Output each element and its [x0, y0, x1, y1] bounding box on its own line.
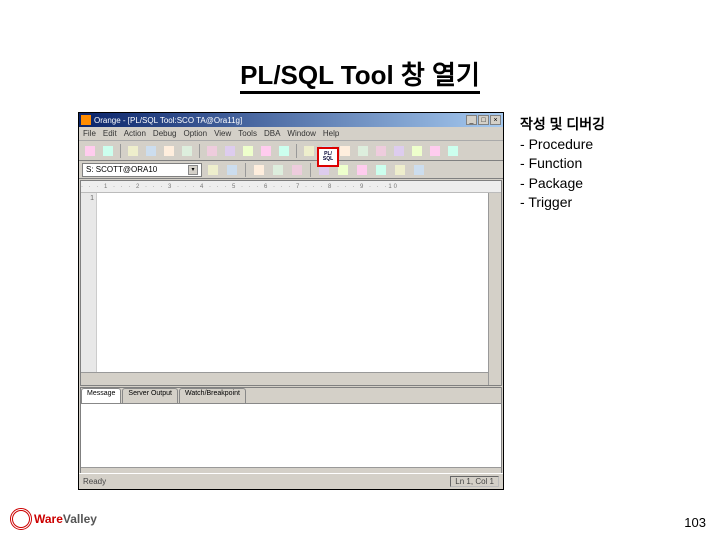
- output-pane: Message Server Output Watch/Breakpoint: [80, 387, 502, 481]
- annotation-item: - Function: [520, 154, 700, 174]
- annotation-text: 작성 및 디버깅 - Procedure - Function - Packag…: [520, 115, 700, 213]
- separator: [120, 144, 121, 158]
- menu-file[interactable]: File: [83, 129, 96, 138]
- toolbar-icon[interactable]: [204, 143, 220, 159]
- main-toolbar: [79, 141, 503, 161]
- annotation-item: - Trigger: [520, 193, 700, 213]
- toolbar-icon[interactable]: [355, 143, 371, 159]
- annotation-item: - Procedure: [520, 135, 700, 155]
- line-gutter: 1: [81, 193, 97, 385]
- menu-debug[interactable]: Debug: [153, 129, 177, 138]
- toolbar-icon[interactable]: [100, 143, 116, 159]
- page-number: 103: [684, 515, 706, 530]
- logo-ring-icon: [10, 508, 32, 530]
- toolbar-icon[interactable]: [222, 143, 238, 159]
- menu-help[interactable]: Help: [323, 129, 339, 138]
- status-cursor: Ln 1, Col 1: [450, 476, 499, 487]
- toolbar-icon[interactable]: [276, 143, 292, 159]
- ruler: · · · 1 · · · 2 · · · 3 · · · 4 · · · 5 …: [81, 181, 501, 193]
- tab-message[interactable]: Message: [81, 388, 121, 403]
- toolbar-icon[interactable]: [161, 143, 177, 159]
- minimize-button[interactable]: _: [466, 115, 477, 125]
- toolbar-icon[interactable]: [373, 143, 389, 159]
- status-bar: Ready Ln 1, Col 1: [79, 473, 503, 489]
- logo-ware: Ware: [34, 512, 63, 526]
- close-button[interactable]: ×: [490, 115, 501, 125]
- menu-bar: File Edit Action Debug Option View Tools…: [79, 127, 503, 141]
- menu-view[interactable]: View: [214, 129, 231, 138]
- separator: [296, 144, 297, 158]
- logo-text: WareValley: [34, 514, 97, 525]
- annotation-item: - Package: [520, 174, 700, 194]
- sub-icon[interactable]: [289, 162, 305, 178]
- toolbar-icon[interactable]: [301, 143, 317, 159]
- vertical-scrollbar[interactable]: [488, 193, 501, 385]
- menu-action[interactable]: Action: [124, 129, 146, 138]
- toolbar-icon[interactable]: [125, 143, 141, 159]
- plsql-tool-button[interactable]: PL/ SQL: [317, 147, 339, 167]
- output-body: [81, 403, 501, 467]
- separator: [245, 163, 246, 177]
- app-screenshot: Orange - [PL/SQL Tool:SCO TA@Ora11g] _ □…: [78, 112, 504, 490]
- sub-icon[interactable]: [205, 162, 221, 178]
- toolbar-icon[interactable]: [143, 143, 159, 159]
- plsql-label-2: SQL: [323, 157, 333, 162]
- toolbar-icon[interactable]: [391, 143, 407, 159]
- logo-valley: Valley: [63, 512, 97, 526]
- separator: [310, 163, 311, 177]
- toolbar-icon[interactable]: [337, 143, 353, 159]
- maximize-button[interactable]: □: [478, 115, 489, 125]
- line-number: 1: [81, 195, 94, 202]
- schema-value: S: SCOTT@ORA10: [86, 165, 157, 174]
- toolbar-icon[interactable]: [240, 143, 256, 159]
- toolbar-icon[interactable]: [409, 143, 425, 159]
- toolbar-icon[interactable]: [258, 143, 274, 159]
- horizontal-scrollbar[interactable]: [81, 372, 488, 385]
- title-text: PL/SQL Tool 창 열기: [240, 60, 480, 94]
- output-tabs: Message Server Output Watch/Breakpoint: [81, 388, 501, 403]
- sub-toolbar: S: SCOTT@ORA10 ▾: [79, 161, 503, 179]
- window-titlebar: Orange - [PL/SQL Tool:SCO TA@Ora11g] _ □…: [79, 113, 503, 127]
- sub-icon[interactable]: [354, 162, 370, 178]
- brand-logo: WareValley: [10, 508, 97, 530]
- sub-icon[interactable]: [251, 162, 267, 178]
- sub-icon[interactable]: [411, 162, 427, 178]
- editor-pane: · · · 1 · · · 2 · · · 3 · · · 4 · · · 5 …: [80, 180, 502, 386]
- toolbar-icon[interactable]: [179, 143, 195, 159]
- menu-option[interactable]: Option: [184, 129, 208, 138]
- status-left: Ready: [83, 477, 106, 486]
- menu-dba[interactable]: DBA: [264, 129, 280, 138]
- separator: [199, 144, 200, 158]
- schema-dropdown[interactable]: S: SCOTT@ORA10 ▾: [82, 163, 202, 177]
- menu-edit[interactable]: Edit: [103, 129, 117, 138]
- window-title: Orange - [PL/SQL Tool:SCO TA@Ora11g]: [94, 116, 242, 125]
- tab-server-output[interactable]: Server Output: [122, 388, 178, 403]
- sub-icon[interactable]: [270, 162, 286, 178]
- sub-icon[interactable]: [392, 162, 408, 178]
- page-title: PL/SQL Tool 창 열기: [0, 55, 720, 92]
- slide: PL/SQL Tool 창 열기 Orange - [PL/SQL Tool:S…: [0, 0, 720, 540]
- annotation-heading: 작성 및 디버깅: [520, 115, 700, 135]
- toolbar-icon[interactable]: [445, 143, 461, 159]
- menu-tools[interactable]: Tools: [238, 129, 257, 138]
- app-icon: [81, 115, 91, 125]
- sub-icon[interactable]: [373, 162, 389, 178]
- chevron-down-icon: ▾: [188, 165, 198, 175]
- tab-watch-breakpoint[interactable]: Watch/Breakpoint: [179, 388, 246, 403]
- menu-window[interactable]: Window: [287, 129, 315, 138]
- toolbar-icon[interactable]: [82, 143, 98, 159]
- sub-icon[interactable]: [224, 162, 240, 178]
- toolbar-icon[interactable]: [427, 143, 443, 159]
